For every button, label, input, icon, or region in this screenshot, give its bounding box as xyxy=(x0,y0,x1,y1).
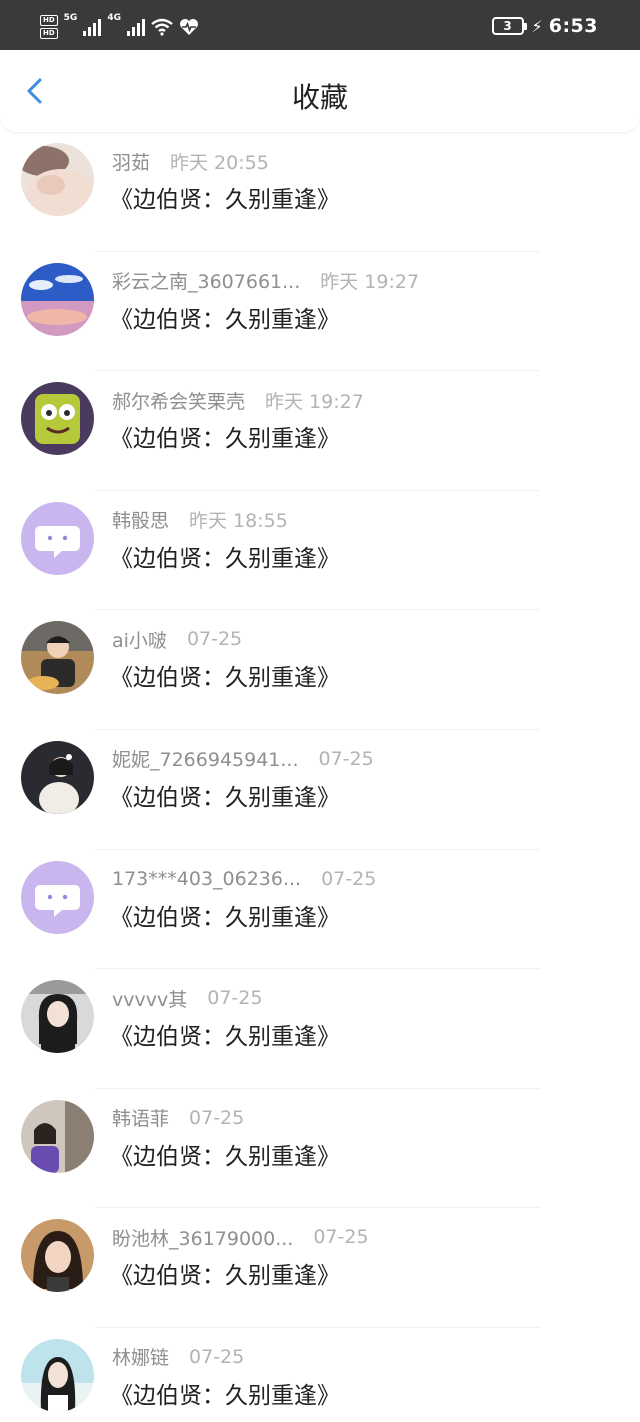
avatar xyxy=(21,860,94,934)
hd-badge: HD xyxy=(40,15,58,26)
list-item[interactable]: 羽茹 昨天 20:55 《边伯贤：久别重逢》 xyxy=(0,132,640,252)
status-right: 3 ⚡ 6:53 xyxy=(491,13,599,39)
user-name: 韩语菲 xyxy=(112,1108,170,1131)
avatar xyxy=(21,501,94,575)
book-title: 《边伯贤：久别重逢》 xyxy=(110,426,340,453)
item-meta: 韩骰思 昨天 18:55 xyxy=(112,507,288,533)
avatar xyxy=(21,262,94,336)
hd-indicators: HD HD xyxy=(40,15,58,39)
network-type-label: 4G xyxy=(107,13,121,23)
user-name: 彩云之南_3607661... xyxy=(112,271,301,294)
timestamp: 07-25 xyxy=(189,1106,245,1129)
list-item[interactable]: 林娜链 07-25 《边伯贤：久别重逢》 xyxy=(0,1328,640,1422)
book-title: 《边伯贤：久别重逢》 xyxy=(110,904,340,931)
list-item[interactable]: 盼池林_36179000... 07-25 《边伯贤：久别重逢》 xyxy=(0,1208,640,1328)
book-title: 《边伯贤：久别重逢》 xyxy=(110,1143,340,1170)
status-bar: HD HD 5G 4G 3 ⚡ 6:53 xyxy=(0,0,640,50)
user-name: 郝尔希会笑栗壳 xyxy=(112,390,246,413)
user-name: 韩骰思 xyxy=(112,510,170,533)
item-meta: 林娜链 07-25 xyxy=(112,1344,244,1370)
item-meta: vvvvv其 07-25 xyxy=(112,985,262,1011)
clock: 6:53 xyxy=(548,15,598,37)
timestamp: 07-25 xyxy=(321,867,377,890)
header: 收藏 xyxy=(0,50,640,132)
signal-icon xyxy=(83,18,102,36)
signal-icon xyxy=(126,18,145,36)
item-meta: ai小啵 07-25 xyxy=(112,626,242,652)
book-title: 《边伯贤：久别重逢》 xyxy=(110,665,340,692)
timestamp: 07-25 xyxy=(189,1345,245,1368)
timestamp: 昨天 20:55 xyxy=(170,151,269,174)
list-item[interactable]: 173***403_06236... 07-25 《边伯贤：久别重逢》 xyxy=(0,850,640,970)
item-meta: 173***403_06236... 07-25 xyxy=(112,866,376,892)
charging-icon: ⚡ xyxy=(531,16,543,36)
network-type-label: 5G xyxy=(63,13,78,23)
wifi-icon xyxy=(151,18,173,36)
item-meta: 彩云之南_3607661... 昨天 19:27 xyxy=(112,268,419,294)
avatar xyxy=(21,382,94,456)
book-title: 《边伯贤：久别重逢》 xyxy=(110,784,340,811)
book-title: 《边伯贤：久别重逢》 xyxy=(110,1024,340,1051)
avatar xyxy=(21,143,94,216)
book-title: 《边伯贤：久别重逢》 xyxy=(110,306,340,333)
timestamp: 昨天 19:27 xyxy=(320,271,420,294)
timestamp: 07-25 xyxy=(318,747,374,770)
timestamp: 昨天 19:27 xyxy=(265,390,364,413)
list-item[interactable]: ai小啵 07-25 《边伯贤：久别重逢》 xyxy=(0,610,640,730)
timestamp: 昨天 18:55 xyxy=(189,510,288,533)
item-meta: 郝尔希会笑栗壳 昨天 19:27 xyxy=(112,387,364,413)
user-name: 林娜链 xyxy=(112,1347,170,1370)
avatar xyxy=(21,621,94,695)
timestamp: 07-25 xyxy=(313,1226,369,1249)
list-item[interactable]: 郝尔希会笑栗壳 昨天 19:27 《边伯贤：久别重逢》 xyxy=(0,371,640,491)
list-item[interactable]: vvvvv其 07-25 《边伯贤：久别重逢》 xyxy=(0,969,640,1089)
item-meta: 韩语菲 07-25 xyxy=(112,1105,244,1131)
user-name: 盼池林_36179000... xyxy=(112,1227,294,1250)
user-name: 妮妮_7266945941... xyxy=(112,749,299,772)
book-title: 《边伯贤：久别重逢》 xyxy=(110,1263,340,1290)
heart-rate-icon xyxy=(179,19,198,35)
hd-badge: HD xyxy=(40,28,58,39)
timestamp: 07-25 xyxy=(186,628,243,651)
item-meta: 羽茹 昨天 20:55 xyxy=(112,148,269,174)
book-title: 《边伯贤：久别重逢》 xyxy=(110,187,340,213)
user-name: 173***403_06236... xyxy=(112,867,302,890)
item-meta: 盼池林_36179000... 07-25 xyxy=(112,1224,369,1250)
status-left: HD HD 5G 4G xyxy=(40,14,199,40)
avatar xyxy=(21,1338,94,1412)
user-name: ai小啵 xyxy=(112,629,167,652)
page-title: 收藏 xyxy=(291,81,348,114)
book-title: 《边伯贤：久别重逢》 xyxy=(110,545,340,572)
user-name: vvvvv其 xyxy=(112,988,188,1011)
avatar xyxy=(21,1219,94,1293)
user-name: 羽茹 xyxy=(112,151,151,174)
avatar xyxy=(21,1099,94,1173)
avatar xyxy=(21,980,94,1054)
list-item[interactable]: 韩骰思 昨天 18:55 《边伯贤：久别重逢》 xyxy=(0,491,640,611)
list-item[interactable]: 妮妮_7266945941... 07-25 《边伯贤：久别重逢》 xyxy=(0,730,640,850)
list-item[interactable]: 韩语菲 07-25 《边伯贤：久别重逢》 xyxy=(0,1089,640,1209)
battery-icon: 3 xyxy=(491,17,527,35)
timestamp: 07-25 xyxy=(207,987,263,1010)
item-meta: 妮妮_7266945941... 07-25 xyxy=(112,746,374,772)
list-item[interactable]: 彩云之南_3607661... 昨天 19:27 《边伯贤：久别重逢》 xyxy=(0,252,640,372)
book-title: 《边伯贤：久别重逢》 xyxy=(110,1382,340,1409)
favorites-list: 羽茹 昨天 20:55 《边伯贤：久别重逢》 彩云之南_3607661... 昨… xyxy=(0,132,640,1422)
avatar xyxy=(21,740,94,814)
